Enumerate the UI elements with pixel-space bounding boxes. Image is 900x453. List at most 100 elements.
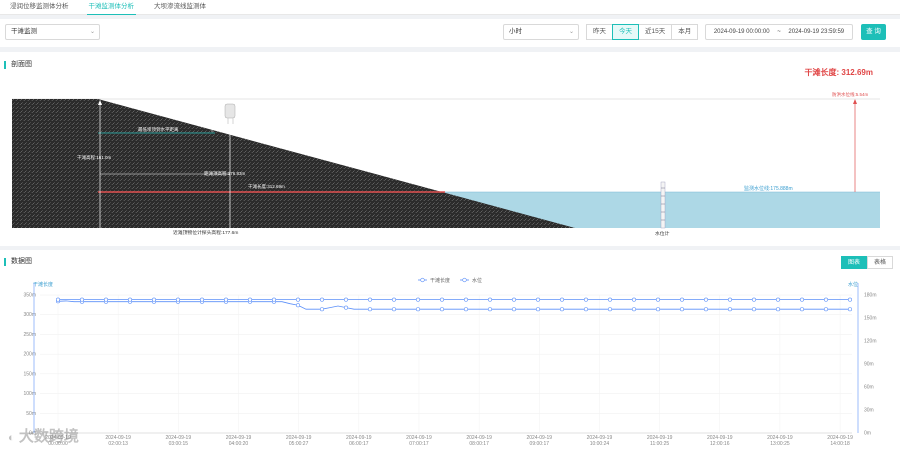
- watermark: ◐ 大数跨境: [8, 425, 79, 446]
- data-point: [799, 307, 804, 312]
- range-month-button[interactable]: 本月: [671, 24, 699, 40]
- x-tick-time: 09:00:17: [530, 441, 550, 447]
- chevron-down-icon: ⌄: [89, 29, 95, 35]
- data-point: [511, 307, 516, 312]
- legend-label: 干滩长度: [430, 277, 450, 284]
- distance-label: 距滩顶高程:176.83m: [204, 171, 245, 177]
- interval-select[interactable]: 小时 ⌄: [503, 24, 579, 40]
- range-separator: ~: [777, 29, 781, 35]
- data-point: [367, 297, 372, 302]
- data-point: [727, 307, 732, 312]
- x-tick-time: 12:00:16: [710, 441, 730, 447]
- watermark-logo-icon: ◐: [8, 432, 15, 444]
- data-point: [224, 297, 229, 302]
- right-tick-label: 150m: [864, 316, 877, 322]
- data-point: [847, 297, 852, 302]
- data-point: [631, 307, 636, 312]
- data-point: [176, 297, 181, 302]
- probe-elevation-value: 177.6m: [222, 231, 239, 236]
- x-tick-time: 03:00:15: [169, 441, 189, 447]
- right-tick-label: 0m: [864, 431, 871, 437]
- length-label: 干滩长度:312.69m: [248, 184, 285, 190]
- right-tick-label: 120m: [864, 339, 877, 345]
- data-point: [583, 307, 588, 312]
- data-point: [271, 297, 276, 302]
- data-point: [295, 303, 300, 308]
- legend-label: 水位: [472, 277, 482, 284]
- height-value: 161.0m: [96, 155, 112, 160]
- data-point: [80, 297, 85, 302]
- flood-level-caption: 防洪水位线:: [832, 92, 856, 97]
- x-tick-time: 06:00:17: [349, 441, 369, 447]
- data-point: [607, 307, 612, 312]
- water-level-caption: 监测水位线:: [744, 186, 771, 192]
- x-tick-time: 05:00:27: [289, 441, 309, 447]
- data-point: [367, 307, 372, 312]
- tab-dam-seepage-line[interactable]: 大坝渗流线监测体: [144, 0, 216, 14]
- range-yesterday-button[interactable]: 昨天: [586, 24, 613, 40]
- data-point: [248, 297, 253, 302]
- data-point: [415, 297, 420, 302]
- data-point: [439, 297, 444, 302]
- query-button[interactable]: 查 询: [861, 24, 886, 40]
- left-axis-title: 干滩长度: [33, 281, 53, 288]
- data-point: [463, 297, 468, 302]
- data-point: [487, 307, 492, 312]
- right-tick-label: 90m: [864, 362, 874, 368]
- distance-caption: 距滩顶高程:: [204, 171, 228, 176]
- monitor-type-select[interactable]: 干滩监测 ⌄: [5, 24, 100, 40]
- dam-body: [12, 99, 575, 228]
- range-today-button[interactable]: 今天: [612, 24, 639, 40]
- range-end: 2024-09-19 23:59:59: [788, 29, 845, 35]
- flood-level-label: 防洪水位线:5.54m: [832, 92, 868, 98]
- tab-dry-beach[interactable]: 干滩监测体分析: [79, 0, 145, 15]
- date-range-picker[interactable]: 2024-09-19 00:00:00 ~ 2024-09-19 23:59:5…: [705, 24, 853, 40]
- data-point: [583, 297, 588, 302]
- data-point: [535, 297, 540, 302]
- tab-seepage-displacement[interactable]: 浸润位移监测体分析: [0, 0, 79, 14]
- height-label: 干滩高程:161.0m: [77, 155, 111, 161]
- water-level-label: 监测水位线:175.888m: [744, 185, 793, 192]
- data-point: [679, 297, 684, 302]
- x-tick-time: 08:00:17: [469, 441, 489, 447]
- data-point: [799, 297, 804, 302]
- range-start: 2024-09-19 00:00:00: [713, 29, 770, 35]
- flood-level-value: 5.54m: [855, 92, 869, 97]
- data-point: [415, 307, 420, 312]
- data-point: [128, 297, 133, 302]
- x-tick-time: 13:00:25: [770, 441, 790, 447]
- length-caption: 干滩长度:: [248, 184, 268, 189]
- section-panel: 剖面图 干滩长度: 312.69m 防洪水位线:5.54m 监测水位线:175.…: [0, 52, 900, 246]
- length-value: 312.69m: [267, 184, 285, 189]
- arrow-head-icon: [210, 102, 214, 107]
- x-tick-time: 07:00:17: [409, 441, 429, 447]
- monitor-type-value: 干滩监测: [11, 28, 37, 35]
- data-point: [55, 297, 60, 302]
- data-point: [391, 307, 396, 312]
- range-15days-button[interactable]: 近15天: [638, 24, 673, 40]
- data-point: [343, 297, 348, 302]
- legend-swatch-marker: [420, 277, 425, 283]
- data-point: [295, 297, 300, 302]
- data-point: [823, 297, 828, 302]
- data-point: [775, 297, 780, 302]
- x-tick-time: 04:00:20: [229, 441, 249, 447]
- data-point: [559, 297, 564, 302]
- data-point: [823, 307, 828, 312]
- legend-swatch-marker: [462, 277, 467, 283]
- data-point: [200, 297, 205, 302]
- gauge-label: 水位计: [655, 232, 670, 237]
- data-point: [703, 297, 708, 302]
- arrow-head-icon: [853, 99, 857, 104]
- data-point: [703, 307, 708, 312]
- data-panel: 数据图 图表 表格 干滩长度 水位 0m 50m 100m 150m 200m 250m 300…: [0, 250, 900, 453]
- x-tick-time: 02:00:13: [108, 441, 128, 447]
- data-point: [655, 297, 660, 302]
- right-axis-title: 水位: [848, 281, 858, 288]
- data-point: [391, 297, 396, 302]
- data-point: [535, 307, 540, 312]
- data-point: [655, 307, 660, 312]
- data-point: [487, 297, 492, 302]
- watermark-text: 大数跨境: [18, 428, 79, 445]
- left-tick-label: 50m: [26, 411, 36, 417]
